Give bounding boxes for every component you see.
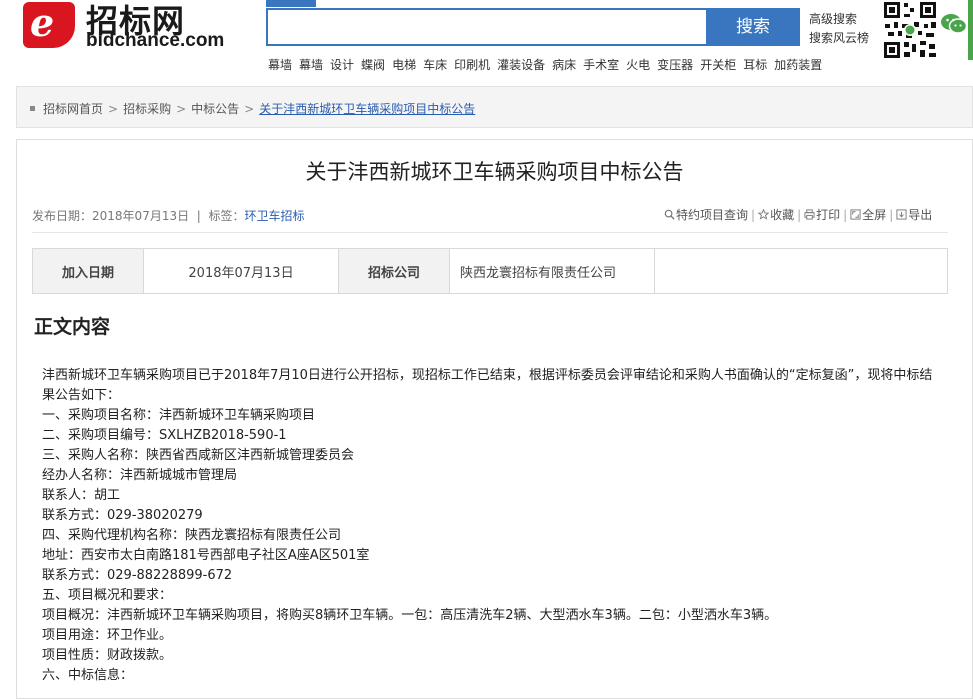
search-category-tab[interactable] (266, 0, 316, 7)
body-paragraph: 联系人：胡工 (42, 488, 121, 503)
body-paragraph: 五、项目概况和要求： (42, 588, 173, 603)
hot-keyword-link[interactable]: 病床 (552, 58, 576, 72)
logo-text-en[interactable]: bidchance.com (86, 30, 224, 52)
qr-code-image (882, 0, 938, 60)
print-label: 打印 (816, 208, 841, 222)
info-table: 加入日期 2018年07月13日 招标公司 陕西龙寰招标有限责任公司 (32, 248, 948, 294)
hot-keyword-link[interactable]: 手术室 (583, 58, 619, 72)
breadcrumb-separator: > (244, 102, 255, 116)
info-empty-cell (654, 248, 948, 294)
breadcrumb-separator: > (176, 102, 187, 116)
breadcrumb-separator: > (108, 102, 119, 116)
article-toolbar: 特约项目查询 | 收藏 | 打印 | 全屏 | 导出 (664, 206, 932, 223)
company-label: 招标公司 (338, 248, 450, 294)
body-paragraph: 项目用途：环卫作业。 (42, 628, 173, 643)
body-paragraph: 一、采购项目名称：沣西新城环卫车辆采购项目 (42, 408, 316, 423)
tool-divider: | (843, 208, 848, 222)
publish-date: 2018年07月13日 (92, 209, 190, 223)
hot-keyword-link[interactable]: 设计 (330, 58, 354, 72)
tool-divider: | (889, 208, 894, 222)
hot-keyword-link[interactable]: 变压器 (657, 58, 693, 72)
hot-keyword-link[interactable]: 火电 (626, 58, 650, 72)
body-paragraph: 项目性质：财政拨款。 (42, 648, 173, 663)
breadcrumb-home[interactable]: 招标网首页 (43, 102, 103, 116)
body-paragraph: 四、采购代理机构名称：陕西龙寰招标有限责任公司 (42, 528, 342, 543)
article-meta: 发布日期：2018年07月13日 | 标签：环卫车招标 (32, 207, 304, 224)
breadcrumb-marker-icon (30, 106, 35, 111)
printer-icon (804, 209, 815, 220)
hot-keyword-link[interactable]: 蝶阀 (361, 58, 385, 72)
tool-divider: | (797, 208, 802, 222)
export-label: 导出 (908, 208, 933, 222)
body-paragraph: 经办人名称：沣西新城城市管理局 (42, 468, 238, 483)
body-paragraph: 联系方式：029-88228899-672 (42, 568, 233, 583)
section-title: 正文内容 (34, 316, 111, 338)
search-icon (664, 209, 675, 220)
hot-keyword-link[interactable]: 幕墙 (268, 58, 292, 72)
hot-keyword-link[interactable]: 耳标 (743, 58, 767, 72)
star-icon (758, 209, 770, 220)
breadcrumb-procurement[interactable]: 招标采购 (123, 102, 171, 116)
fullscreen-icon (850, 209, 861, 220)
fullscreen-button[interactable]: 全屏 (850, 208, 886, 222)
body-paragraph: 地址：西安市太白南路181号西部电子社区A座A区501室 (42, 548, 370, 563)
meta-divider: | (192, 209, 205, 223)
hot-keyword-link[interactable]: 幕墙 (299, 58, 323, 72)
article-body: 沣西新城环卫车辆采购项目已于2018年7月10日进行公开招标，现招标工作已结束，… (42, 366, 942, 686)
search-button[interactable]: 搜索 (706, 8, 800, 46)
body-paragraph: 三、采购人名称：陕西省西咸新区沣西新城管理委员会 (42, 448, 355, 463)
wechat-icon[interactable] (940, 12, 968, 36)
body-paragraph: 项目概况：沣西新城环卫车辆采购项目，将购买8辆环卫车辆。一包：高压清洗车2辆、大… (42, 608, 778, 623)
tag-link[interactable]: 环卫车招标 (244, 209, 304, 223)
info-row: 加入日期 2018年07月13日 招标公司 陕西龙寰招标有限责任公司 (32, 248, 948, 294)
body-paragraph: 联系方式：029-38020279 (42, 508, 203, 523)
breadcrumb-current[interactable]: 关于沣西新城环卫车辆采购项目中标公告 (259, 102, 475, 116)
print-button[interactable]: 打印 (804, 208, 840, 222)
favorite-button[interactable]: 收藏 (758, 208, 794, 222)
hot-keyword-link[interactable]: 电梯 (392, 58, 416, 72)
publish-date-label: 发布日期： (32, 209, 93, 223)
export-button[interactable]: 导出 (896, 208, 932, 222)
hot-keyword-link[interactable]: 车床 (423, 58, 447, 72)
tool-divider: | (751, 208, 756, 222)
favorite-label: 收藏 (770, 208, 795, 222)
breadcrumb-award-notice[interactable]: 中标公告 (191, 102, 239, 116)
fullscreen-label: 全屏 (862, 208, 887, 222)
hot-keyword-link[interactable]: 开关柜 (700, 58, 736, 72)
body-paragraph: 沣西新城环卫车辆采购项目已于2018年7月10日进行公开招标，现招标工作已结束，… (42, 368, 933, 403)
company-value: 陕西龙寰招标有限责任公司 (449, 248, 655, 294)
search-input[interactable] (266, 8, 706, 46)
search-rank-link[interactable]: 搜索风云榜 (809, 29, 869, 48)
hot-keyword-link[interactable]: 灌装设备 (497, 58, 545, 72)
search-links: 高级搜索 搜索风云榜 (809, 10, 869, 48)
meta-divider-line (32, 232, 948, 233)
tag-label: 标签： (208, 209, 245, 223)
export-icon (896, 209, 907, 220)
advanced-search-link[interactable]: 高级搜索 (809, 10, 869, 29)
project-query-button[interactable]: 特约项目查询 (664, 208, 748, 222)
body-paragraph: 二、采购项目编号：SXLHZB2018-590-1 (42, 428, 287, 443)
hot-keyword-link[interactable]: 加药装置 (774, 58, 822, 72)
breadcrumb: 招标网首页 > 招标采购 > 中标公告 > 关于沣西新城环卫车辆采购项目中标公告 (30, 100, 475, 117)
join-date-value: 2018年07月13日 (143, 248, 339, 294)
hot-keyword-link[interactable]: 印刷机 (454, 58, 490, 72)
page-title: 关于沣西新城环卫车辆采购项目中标公告 (305, 160, 684, 184)
side-bar (968, 0, 973, 60)
hot-keywords: 幕墙 幕墙 设计 蝶阀 电梯 车床 印刷机 灌装设备 病床 手术室 火电 变压器 开关柜 耳标 加药装置 (268, 56, 829, 73)
project-query-label: 特约项目查询 (676, 208, 749, 222)
body-paragraph: 六、中标信息： (42, 668, 134, 683)
join-date-label: 加入日期 (32, 248, 144, 294)
search-category-strip (266, 0, 816, 7)
logo-e-glyph: e (30, 0, 55, 45)
